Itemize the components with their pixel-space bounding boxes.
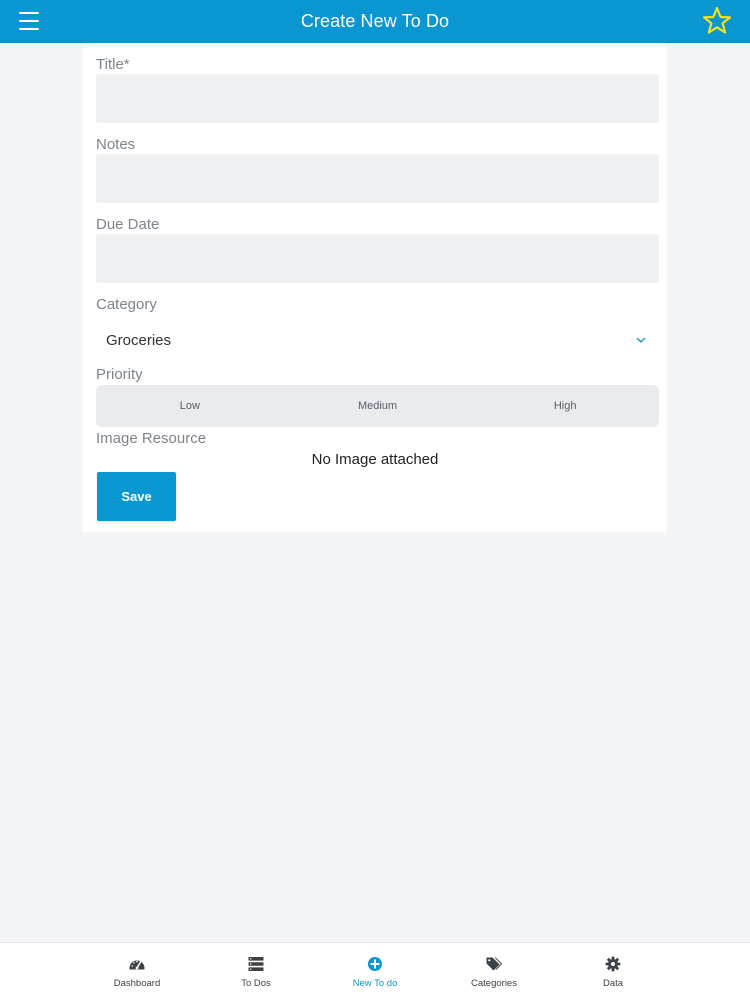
priority-medium-option[interactable]: Medium: [284, 385, 472, 427]
tab-label: Data: [602, 978, 624, 989]
due-date-label: Due Date: [96, 216, 160, 233]
tab-dashboard[interactable]: Dashboard: [78, 943, 197, 1000]
priority-high-option[interactable]: High: [471, 385, 659, 427]
category-label: Category: [96, 296, 157, 313]
tab-new-todo[interactable]: New To do: [316, 943, 435, 1000]
plus-circle-icon: [368, 957, 382, 971]
star-icon[interactable]: [702, 6, 732, 36]
tab-categories[interactable]: Categories: [435, 943, 554, 1000]
notes-input[interactable]: [96, 154, 659, 203]
priority-low-option[interactable]: Low: [96, 385, 284, 427]
bottom-tab-bar: Dashboard To Dos New To do Categories Da…: [0, 942, 750, 1000]
title-input[interactable]: [96, 74, 659, 123]
priority-label: Priority: [96, 366, 143, 383]
gear-icon: [605, 956, 621, 972]
image-status-text: No Image attached: [311, 451, 439, 468]
image-resource-label: Image Resource: [96, 430, 207, 447]
category-value: Groceries: [106, 331, 172, 349]
tab-label: Categories: [471, 978, 517, 989]
priority-segmented-control: Low Medium High: [96, 385, 659, 427]
app-header: Create New To Do: [0, 0, 750, 43]
notes-label: Notes: [96, 136, 136, 153]
tab-label: Dashboard: [113, 978, 161, 989]
title-label: Title*: [96, 56, 130, 73]
page-title: Create New To Do: [300, 11, 450, 31]
tab-data[interactable]: Data: [554, 943, 673, 1000]
tab-label: To Dos: [241, 978, 271, 989]
tab-todos[interactable]: To Dos: [197, 943, 316, 1000]
dashboard-gauge-icon: [129, 960, 145, 970]
chevron-down-icon: [636, 337, 646, 343]
tags-icon: [486, 957, 503, 971]
hamburger-menu-icon[interactable]: [19, 12, 39, 30]
new-todo-form: Title* Notes Due Date Category Groceries…: [83, 43, 667, 532]
due-date-input[interactable]: [96, 234, 659, 283]
list-icon: [248, 957, 264, 971]
category-select[interactable]: Groceries: [96, 326, 659, 354]
tab-label: New To do: [352, 978, 398, 989]
save-button[interactable]: Save: [97, 472, 176, 521]
